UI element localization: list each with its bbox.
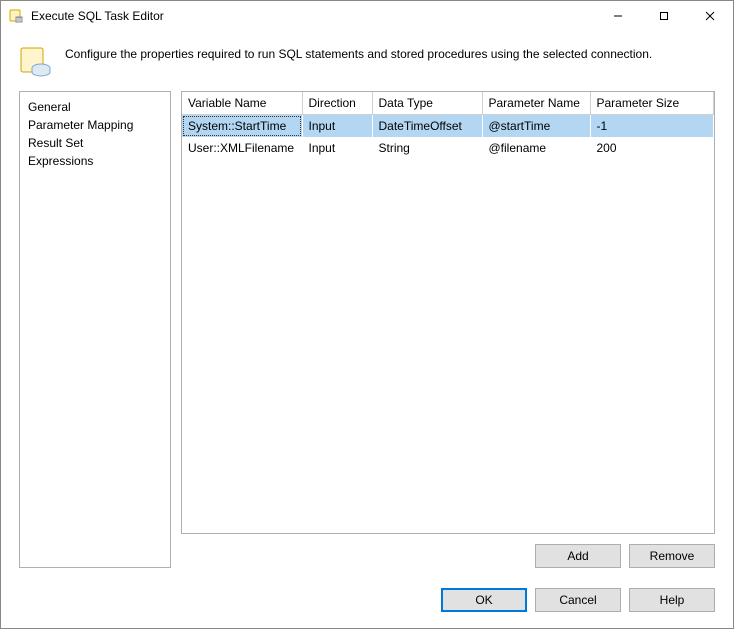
cell-parameter-size[interactable]: 200 [590,137,714,159]
cell-direction[interactable]: Input [302,115,372,138]
titlebar: Execute SQL Task Editor [1,1,733,31]
dialog-buttons: OK Cancel Help [1,576,733,628]
header-description: Configure the properties required to run… [65,45,652,61]
column-header-data-type[interactable]: Data Type [372,92,482,115]
cell-parameter-name[interactable]: @filename [482,137,590,159]
add-button[interactable]: Add [535,544,621,568]
column-header-parameter-name[interactable]: Parameter Name [482,92,590,115]
sidebar-item-general[interactable]: General [20,98,170,116]
main-panel: Variable Name Direction Data Type Parame… [181,91,715,568]
grid-row[interactable]: User::XMLFilename Input String @filename… [182,137,714,159]
cancel-button[interactable]: Cancel [535,588,621,612]
column-header-direction[interactable]: Direction [302,92,372,115]
dialog-window: Execute SQL Task Editor Configure the pr… [0,0,734,629]
cell-data-type[interactable]: DateTimeOffset [372,115,482,138]
cell-variable-name[interactable]: User::XMLFilename [182,137,302,159]
grid-row[interactable]: System::StartTime Input DateTimeOffset @… [182,115,714,138]
cell-parameter-size[interactable]: -1 [590,115,714,138]
help-button[interactable]: Help [629,588,715,612]
maximize-button[interactable] [641,1,687,31]
grid-header-row: Variable Name Direction Data Type Parame… [182,92,714,115]
sidebar: General Parameter Mapping Result Set Exp… [19,91,171,568]
close-button[interactable] [687,1,733,31]
ok-button[interactable]: OK [441,588,527,612]
cell-parameter-name[interactable]: @startTime [482,115,590,138]
panel-buttons: Add Remove [181,534,715,568]
remove-button[interactable]: Remove [629,544,715,568]
parameter-grid[interactable]: Variable Name Direction Data Type Parame… [181,91,715,534]
body: General Parameter Mapping Result Set Exp… [1,91,733,576]
cell-direction[interactable]: Input [302,137,372,159]
cell-variable-name[interactable]: System::StartTime [182,115,302,138]
sidebar-item-expressions[interactable]: Expressions [20,152,170,170]
minimize-button[interactable] [595,1,641,31]
app-icon [9,8,25,24]
column-header-parameter-size[interactable]: Parameter Size [590,92,714,115]
task-icon [19,45,53,79]
titlebar-buttons [595,1,733,31]
sidebar-item-parameter-mapping[interactable]: Parameter Mapping [20,116,170,134]
column-header-variable-name[interactable]: Variable Name [182,92,302,115]
cell-data-type[interactable]: String [372,137,482,159]
window-title: Execute SQL Task Editor [31,9,595,23]
sidebar-item-result-set[interactable]: Result Set [20,134,170,152]
header: Configure the properties required to run… [1,31,733,91]
